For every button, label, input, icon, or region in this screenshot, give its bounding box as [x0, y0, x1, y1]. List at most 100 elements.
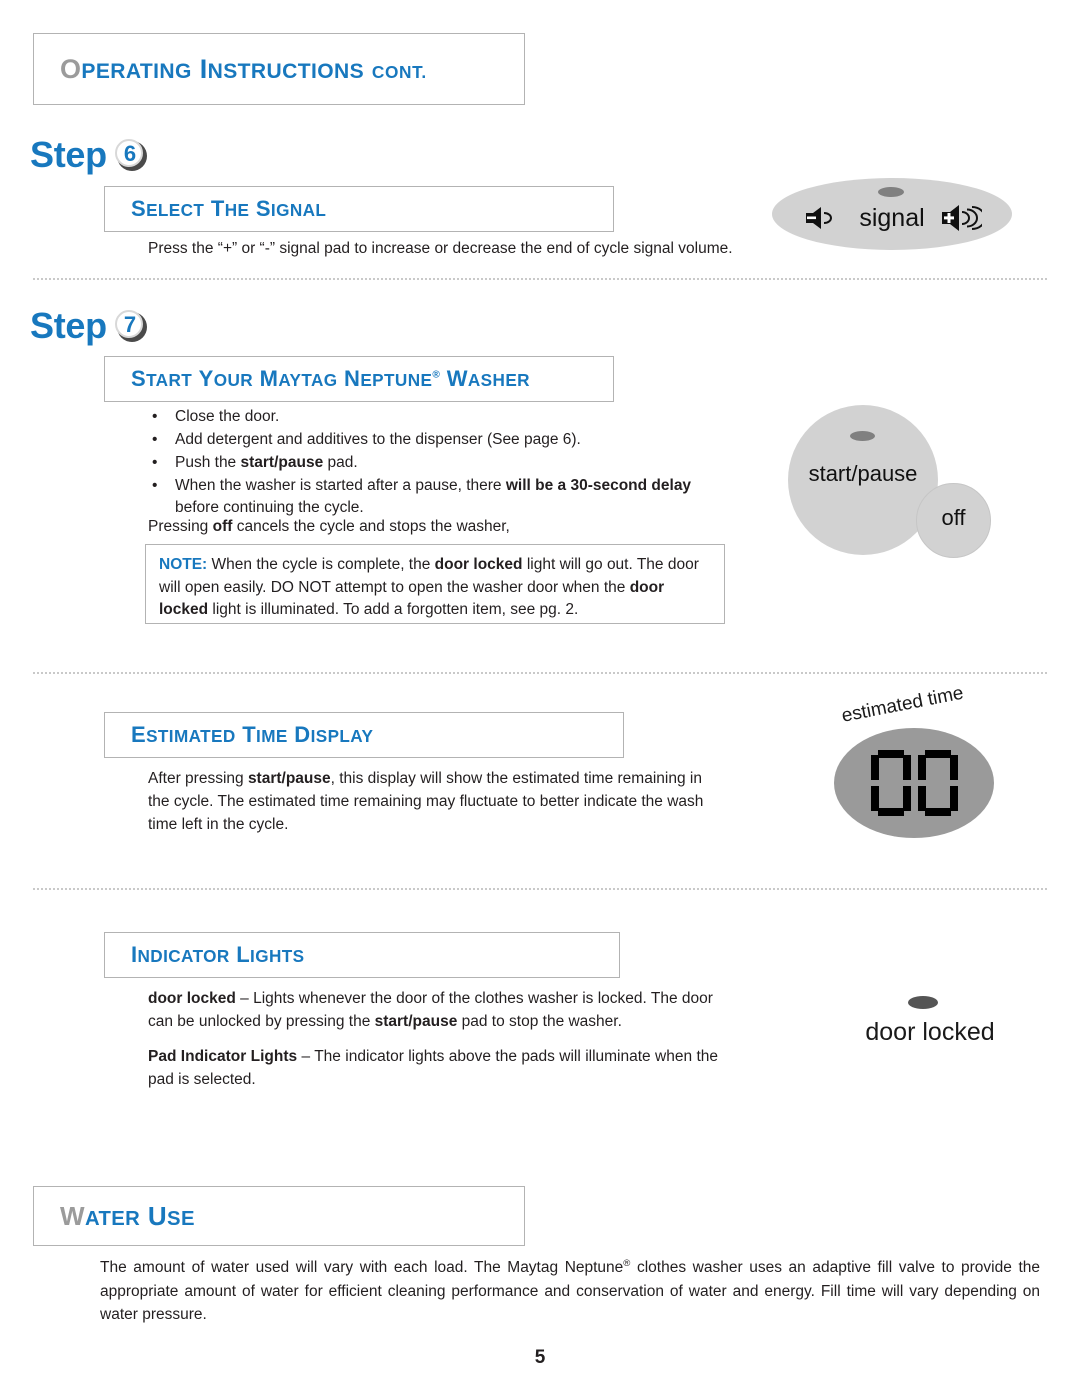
title-rest: OUR	[213, 370, 254, 390]
list-item-text: Add detergent and additives to the dispe…	[175, 431, 581, 448]
door-locked-text-2: pad to stop the washer.	[457, 1012, 622, 1030]
step-7-badge: 7	[114, 310, 147, 342]
title-cap: S	[255, 196, 271, 221]
step-6-label: Step 6	[30, 134, 147, 176]
water-use-text-1: The amount of water used will vary with …	[100, 1259, 624, 1276]
section-title-indicator-lights: INDICATOR LIGHTS	[104, 932, 620, 978]
list-item-bold: will be a 30-second delay	[505, 477, 692, 494]
bullet-icon: •	[152, 431, 158, 448]
title-cap: T	[242, 722, 257, 747]
list-item-text-tail: before continuing the cycle.	[175, 499, 364, 516]
indicator-lights-title-text: INDICATOR LIGHTS	[131, 944, 304, 966]
step-7-label: Step 7	[30, 305, 147, 347]
title-rest: SE	[167, 1207, 195, 1230]
title-cap: L	[236, 942, 251, 967]
seven-segment-digit	[917, 750, 958, 816]
select-signal-title-text: SELECT THE SIGNAL	[131, 198, 326, 220]
step-7-number: 7	[123, 312, 136, 337]
start-pause-pad-graphic: start/pause off	[788, 405, 1018, 565]
title-rest: TART	[146, 370, 193, 390]
pressing-off-bold: off	[212, 518, 233, 535]
list-item-bold: start/pause	[240, 454, 324, 471]
step-6-number: 6	[123, 141, 136, 166]
start-pause-pad-label: start/pause	[808, 461, 918, 486]
title-cap: Y	[198, 366, 214, 391]
pressing-off-pre: Pressing	[148, 518, 213, 535]
bullet-icon: •	[152, 477, 158, 494]
registered-mark: ®	[432, 369, 441, 381]
title-cap: E	[131, 722, 147, 747]
note-bold-1: door locked	[434, 556, 523, 573]
title-cap: S	[131, 196, 147, 221]
door-locked-bold-2: start/pause	[374, 1012, 458, 1030]
start-pause-indicator-led-icon	[850, 431, 875, 441]
title-cap: M	[259, 366, 279, 391]
step-7-word: Step	[30, 305, 107, 346]
door-locked-light-graphic: door locked	[840, 992, 1020, 1056]
pressing-off-post: cancels the cycle and stops the washer,	[232, 518, 510, 535]
start-washer-bullet-list: • Close the door. • Add detergent and addi…	[148, 406, 728, 520]
page-header-box: OPERATING INSTRUCTIONS CONT.	[33, 33, 525, 105]
title-rest: IME	[256, 726, 288, 746]
list-item-text: Push the	[175, 454, 241, 471]
title-rest: AYTAG	[278, 370, 338, 390]
door-locked-indicator-led-icon	[908, 996, 938, 1009]
title-rest: EPTUNE	[360, 370, 433, 390]
step-6-word: Step	[30, 134, 107, 175]
off-pad-label: off	[941, 505, 966, 530]
title-rest: ATER	[84, 1207, 141, 1230]
title-rest: STIMATED	[146, 726, 236, 746]
title-rest: IGNAL	[270, 200, 327, 220]
est-time-bold: start/pause	[247, 770, 331, 787]
list-item: • When the washer is started after a paus…	[148, 475, 728, 519]
water-use-title-text: WATER USE	[60, 1203, 195, 1229]
title-cap: S	[131, 366, 147, 391]
section-divider	[33, 278, 1047, 280]
header-word-instructions: NSTRUCTIONS	[207, 59, 365, 83]
list-item-text: When the washer is started after a pause…	[175, 477, 506, 494]
section-title-select-the-signal: SELECT THE SIGNAL	[104, 186, 614, 232]
note-text-1: When the cycle is complete, the	[207, 556, 435, 573]
section-title-estimated-time-display: ESTIMATED TIME DISPLAY	[104, 712, 624, 758]
header-cap-i: I	[199, 53, 208, 84]
step-6-badge: 6	[114, 139, 147, 171]
list-item: • Add detergent and additives to the disp…	[148, 429, 728, 451]
signal-pad-graphic: signal	[772, 178, 1012, 250]
header-cont: CONT.	[371, 61, 427, 82]
signal-pad-label: signal	[859, 204, 925, 232]
door-locked-label: door locked	[865, 1018, 995, 1046]
header-word-operating: PERATING	[81, 59, 192, 83]
est-time-title-text: ESTIMATED TIME DISPLAY	[131, 724, 373, 746]
pressing-off-text: Pressing off cancels the cycle and stops…	[148, 516, 748, 539]
estimated-time-digits	[834, 728, 994, 838]
est-time-pre: After pressing	[148, 770, 248, 787]
list-item-text: Close the door.	[175, 408, 280, 425]
pad-indicator-lights-description: Pad Indicator Lights – The indicator lig…	[148, 1046, 718, 1092]
section-divider	[33, 888, 1047, 890]
signal-indicator-led-icon	[878, 187, 904, 197]
estimated-time-display-graphic: estimated time	[834, 683, 1014, 850]
section-divider	[33, 672, 1047, 674]
estimated-time-body-text: After pressing start/pause, this display…	[148, 768, 726, 837]
title-rest: ISPLAY	[310, 726, 374, 746]
note-text-3: light is illuminated. To add a forgotten…	[208, 601, 579, 619]
title-rest: ELECT	[146, 200, 205, 220]
bullet-icon: •	[152, 408, 158, 425]
list-item: • Push the start/pause pad.	[148, 452, 728, 474]
list-item: • Close the door.	[148, 406, 728, 428]
start-washer-title-text: START YOUR MAYTAG NEPTUNE® WASHER	[131, 368, 530, 390]
title-cap: D	[294, 722, 311, 747]
document-page: OPERATING INSTRUCTIONS CONT. Step 6 SELE…	[0, 0, 1080, 1397]
door-locked-term: door locked	[148, 990, 236, 1007]
title-rest: HE	[224, 200, 250, 220]
page-header-title: OPERATING INSTRUCTIONS CONT.	[60, 53, 427, 84]
title-rest: IGHTS	[250, 946, 305, 966]
estimated-time-label: estimated time	[839, 682, 966, 727]
list-item-text-tail: pad.	[323, 454, 358, 471]
seven-segment-digit	[870, 750, 911, 816]
water-use-body-text: The amount of water used will vary with …	[100, 1256, 1040, 1327]
title-cap: N	[344, 366, 361, 391]
title-cap-gray: W	[60, 1200, 85, 1231]
select-signal-body-text: Press the “+” or “-” signal pad to incre…	[148, 240, 733, 257]
section-title-start-your-maytag-neptune-washer: START YOUR MAYTAG NEPTUNE® WASHER	[104, 356, 614, 402]
